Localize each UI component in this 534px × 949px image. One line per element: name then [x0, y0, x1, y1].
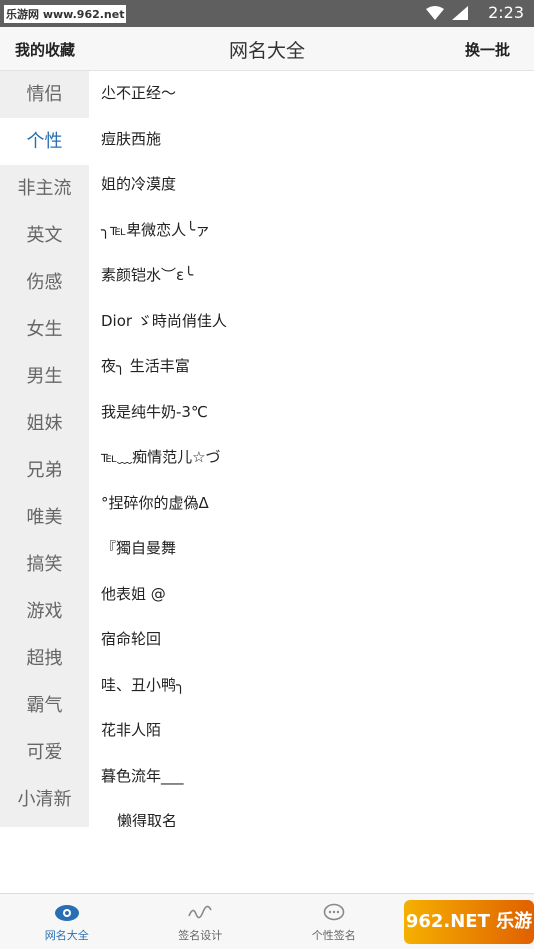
chat-bubble-icon: [323, 903, 345, 921]
refresh-batch-button[interactable]: 换一批: [465, 39, 510, 60]
list-item[interactable]: 暮色流年___: [89, 754, 534, 800]
name-list: 尐不正经〜 痘肤西施 姐的冷漠度 ╮℡卑微恋人╰ァ 素颜铠水︶ε╰ Dior ゞ…: [89, 71, 534, 827]
category-item[interactable]: 搞笑: [0, 541, 89, 588]
category-item[interactable]: 霸气: [0, 682, 89, 729]
list-item[interactable]: 『獨自曼舞: [89, 526, 534, 572]
list-item[interactable]: 尐不正经〜: [89, 71, 534, 117]
tab-label: 签名设计: [178, 929, 223, 942]
list-item[interactable]: 他表姐 @: [89, 572, 534, 618]
category-item[interactable]: 姐妹: [0, 400, 89, 447]
list-item[interactable]: 我是纯牛奶-3℃: [89, 390, 534, 436]
page-title: 网名大全: [228, 40, 305, 62]
list-item[interactable]: ℡﹏痴情范儿☆づ: [89, 435, 534, 481]
signal-icon: [452, 6, 468, 20]
category-item[interactable]: 男生: [0, 353, 89, 400]
category-item[interactable]: 英文: [0, 212, 89, 259]
bottom-tab-bar: 网名大全 签名设计 个性签名 找图 962.NET 乐游网: [0, 893, 534, 949]
list-item[interactable]: 宿命轮回: [89, 617, 534, 663]
tab-find-image[interactable]: 找图 962.NET 乐游网: [401, 894, 534, 949]
category-item[interactable]: 伤感: [0, 259, 89, 306]
category-item[interactable]: 小清新: [0, 776, 89, 823]
tab-signature-design[interactable]: 签名设计: [134, 894, 268, 949]
status-bar: 乐游网 www.962.net 2:23: [0, 0, 534, 27]
category-item[interactable]: 可爱: [0, 729, 89, 776]
category-item[interactable]: 唯美: [0, 494, 89, 541]
list-item[interactable]: 哇、丑小鸭╮: [89, 663, 534, 709]
list-item[interactable]: 懒得取名: [89, 799, 534, 827]
category-item[interactable]: 情侣: [0, 71, 89, 118]
list-item[interactable]: 花非人陌: [89, 708, 534, 754]
wifi-icon: [426, 6, 444, 20]
signature-icon: [188, 905, 212, 919]
eye-icon: [54, 905, 79, 921]
category-item[interactable]: 兄弟: [0, 447, 89, 494]
watermark-badge: 962.NET 乐游网: [404, 900, 534, 944]
top-bar: 我的收藏 网名大全 换一批: [0, 27, 534, 71]
list-item[interactable]: °捏碎你的虚偽Δ: [89, 481, 534, 527]
category-sidebar: 情侣 个性 非主流 英文 伤感 女生 男生 姐妹 兄弟 唯美 搞笑 游戏 超拽 …: [0, 71, 89, 827]
category-item[interactable]: 非主流: [0, 165, 89, 212]
tab-label: 网名大全: [44, 929, 89, 942]
list-item[interactable]: 夜╮ 生活丰富: [89, 344, 534, 390]
list-item[interactable]: Dior ゞ時尚俏佳人: [89, 299, 534, 345]
list-item[interactable]: 素颜铠水︶ε╰: [89, 253, 534, 299]
tab-personal-signature[interactable]: 个性签名: [267, 894, 401, 949]
status-icons: [426, 6, 468, 20]
list-item[interactable]: 姐的冷漠度: [89, 162, 534, 208]
category-item[interactable]: 女生: [0, 306, 89, 353]
tab-name-collection[interactable]: 网名大全: [0, 894, 134, 949]
category-item-active[interactable]: 个性: [0, 118, 89, 165]
category-item[interactable]: 游戏: [0, 588, 89, 635]
list-item[interactable]: 痘肤西施: [89, 117, 534, 163]
clock: 2:23: [488, 3, 524, 22]
category-item[interactable]: 超拽: [0, 635, 89, 682]
list-item[interactable]: ╮℡卑微恋人╰ァ: [89, 208, 534, 254]
tab-label: 个性签名: [311, 929, 356, 942]
watermark-label: 乐游网 www.962.net: [4, 5, 127, 23]
